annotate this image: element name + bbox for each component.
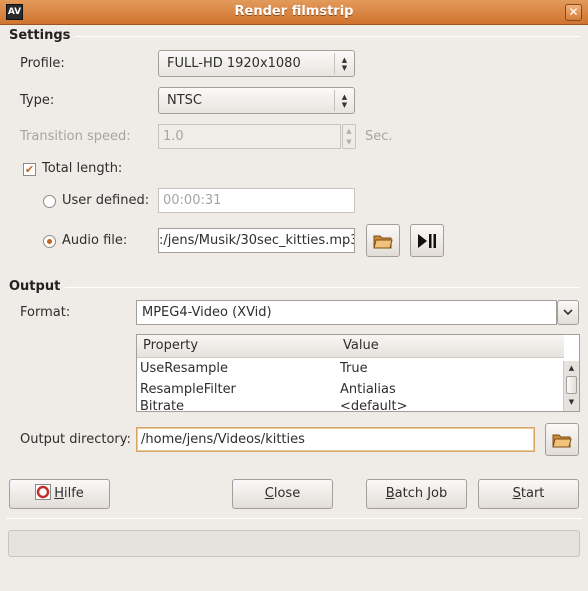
transition-speed-label: Transition speed: <box>20 129 131 144</box>
help-button[interactable]: Hilfe <box>9 479 110 509</box>
output-section-title: Output <box>9 279 61 294</box>
table-row[interactable]: Bitrate <default> <box>137 396 564 412</box>
property-value: True <box>340 361 368 376</box>
profile-label: Profile: <box>20 56 65 71</box>
type-label: Type: <box>20 93 55 108</box>
audio-file-input[interactable]: :/jens/Musik/30sec_kitties.mp3 <box>158 228 355 253</box>
user-defined-label: User defined: <box>62 193 150 208</box>
property-value: <default> <box>340 399 408 412</box>
scroll-down-icon[interactable]: ▼ <box>564 395 579 409</box>
type-combo[interactable]: NTSC ▲ ▼ <box>158 87 355 114</box>
output-separator <box>65 287 580 288</box>
property-name: UseResample <box>140 361 228 376</box>
profile-combo[interactable]: FULL-HD 1920x1080 ▲ ▼ <box>158 50 355 77</box>
column-header-property[interactable]: Property <box>137 335 337 357</box>
user-defined-input[interactable]: 00:00:31 <box>158 188 355 213</box>
audio-file-label: Audio file: <box>62 233 128 248</box>
title-bar[interactable]: AV Render filmstrip ✕ <box>0 0 588 25</box>
user-defined-radio[interactable] <box>43 195 56 208</box>
table-row[interactable]: UseResample True <box>137 358 564 379</box>
output-directory-label: Output directory: <box>20 432 131 447</box>
output-directory-input[interactable]: /home/jens/Videos/kitties <box>136 427 535 452</box>
transition-speed-spin[interactable]: ▲ ▼ <box>342 124 356 149</box>
format-dropdown-button[interactable] <box>557 300 579 325</box>
help-label: ilfe <box>63 486 84 501</box>
start-mnemonic: S <box>512 486 521 501</box>
settings-separator <box>75 36 580 37</box>
type-value: NTSC <box>167 93 202 108</box>
folder-open-icon <box>552 434 572 447</box>
scroll-thumb[interactable] <box>566 376 577 394</box>
combo-updown-icon: ▲ ▼ <box>334 90 354 111</box>
batch-label: atch Job <box>394 486 448 501</box>
column-header-value[interactable]: Value <box>337 335 564 357</box>
combo-updown-icon: ▲ ▼ <box>334 53 354 74</box>
start-button[interactable]: Start <box>478 479 579 509</box>
help-lifebuoy-icon <box>35 484 52 500</box>
window-title: Render filmstrip <box>234 4 354 19</box>
transition-speed-input[interactable]: 1.0 <box>158 124 341 149</box>
folder-open-icon <box>373 235 393 248</box>
format-combo-entry[interactable]: MPEG4-Video (XVid) <box>136 300 557 325</box>
close-label: lose <box>273 486 301 501</box>
bottom-separator <box>6 518 582 519</box>
close-mnemonic: C <box>264 486 274 501</box>
properties-header: Property Value <box>137 335 564 358</box>
batch-job-button[interactable]: Batch Job <box>366 479 467 509</box>
format-label: Format: <box>20 305 71 320</box>
total-length-label: Total length: <box>42 161 123 176</box>
close-window-button[interactable]: ✕ <box>565 4 582 21</box>
property-name: Bitrate <box>140 399 185 412</box>
play-pause-icon <box>418 233 436 248</box>
properties-scrollbar[interactable]: ▲ ▼ <box>563 361 579 411</box>
transition-unit: Sec. <box>365 129 393 144</box>
total-length-checkbox[interactable]: ✔ <box>23 163 36 176</box>
output-browse-button[interactable] <box>545 423 579 456</box>
close-button[interactable]: Close <box>232 479 333 509</box>
settings-section-title: Settings <box>9 28 71 43</box>
profile-value: FULL-HD 1920x1080 <box>167 56 301 71</box>
chevron-down-icon <box>563 309 573 316</box>
audio-file-radio[interactable] <box>43 235 56 248</box>
batch-mnemonic: B <box>385 486 395 501</box>
audio-browse-button[interactable] <box>366 224 400 257</box>
properties-table[interactable]: Property Value ▲ ▼ UseResample True Resa… <box>136 334 580 412</box>
help-mnemonic: H <box>54 486 64 501</box>
render-progress-bar <box>8 530 580 557</box>
start-label: tart <box>520 486 545 501</box>
scroll-up-icon[interactable]: ▲ <box>564 361 579 375</box>
play-pause-button[interactable] <box>410 224 444 257</box>
